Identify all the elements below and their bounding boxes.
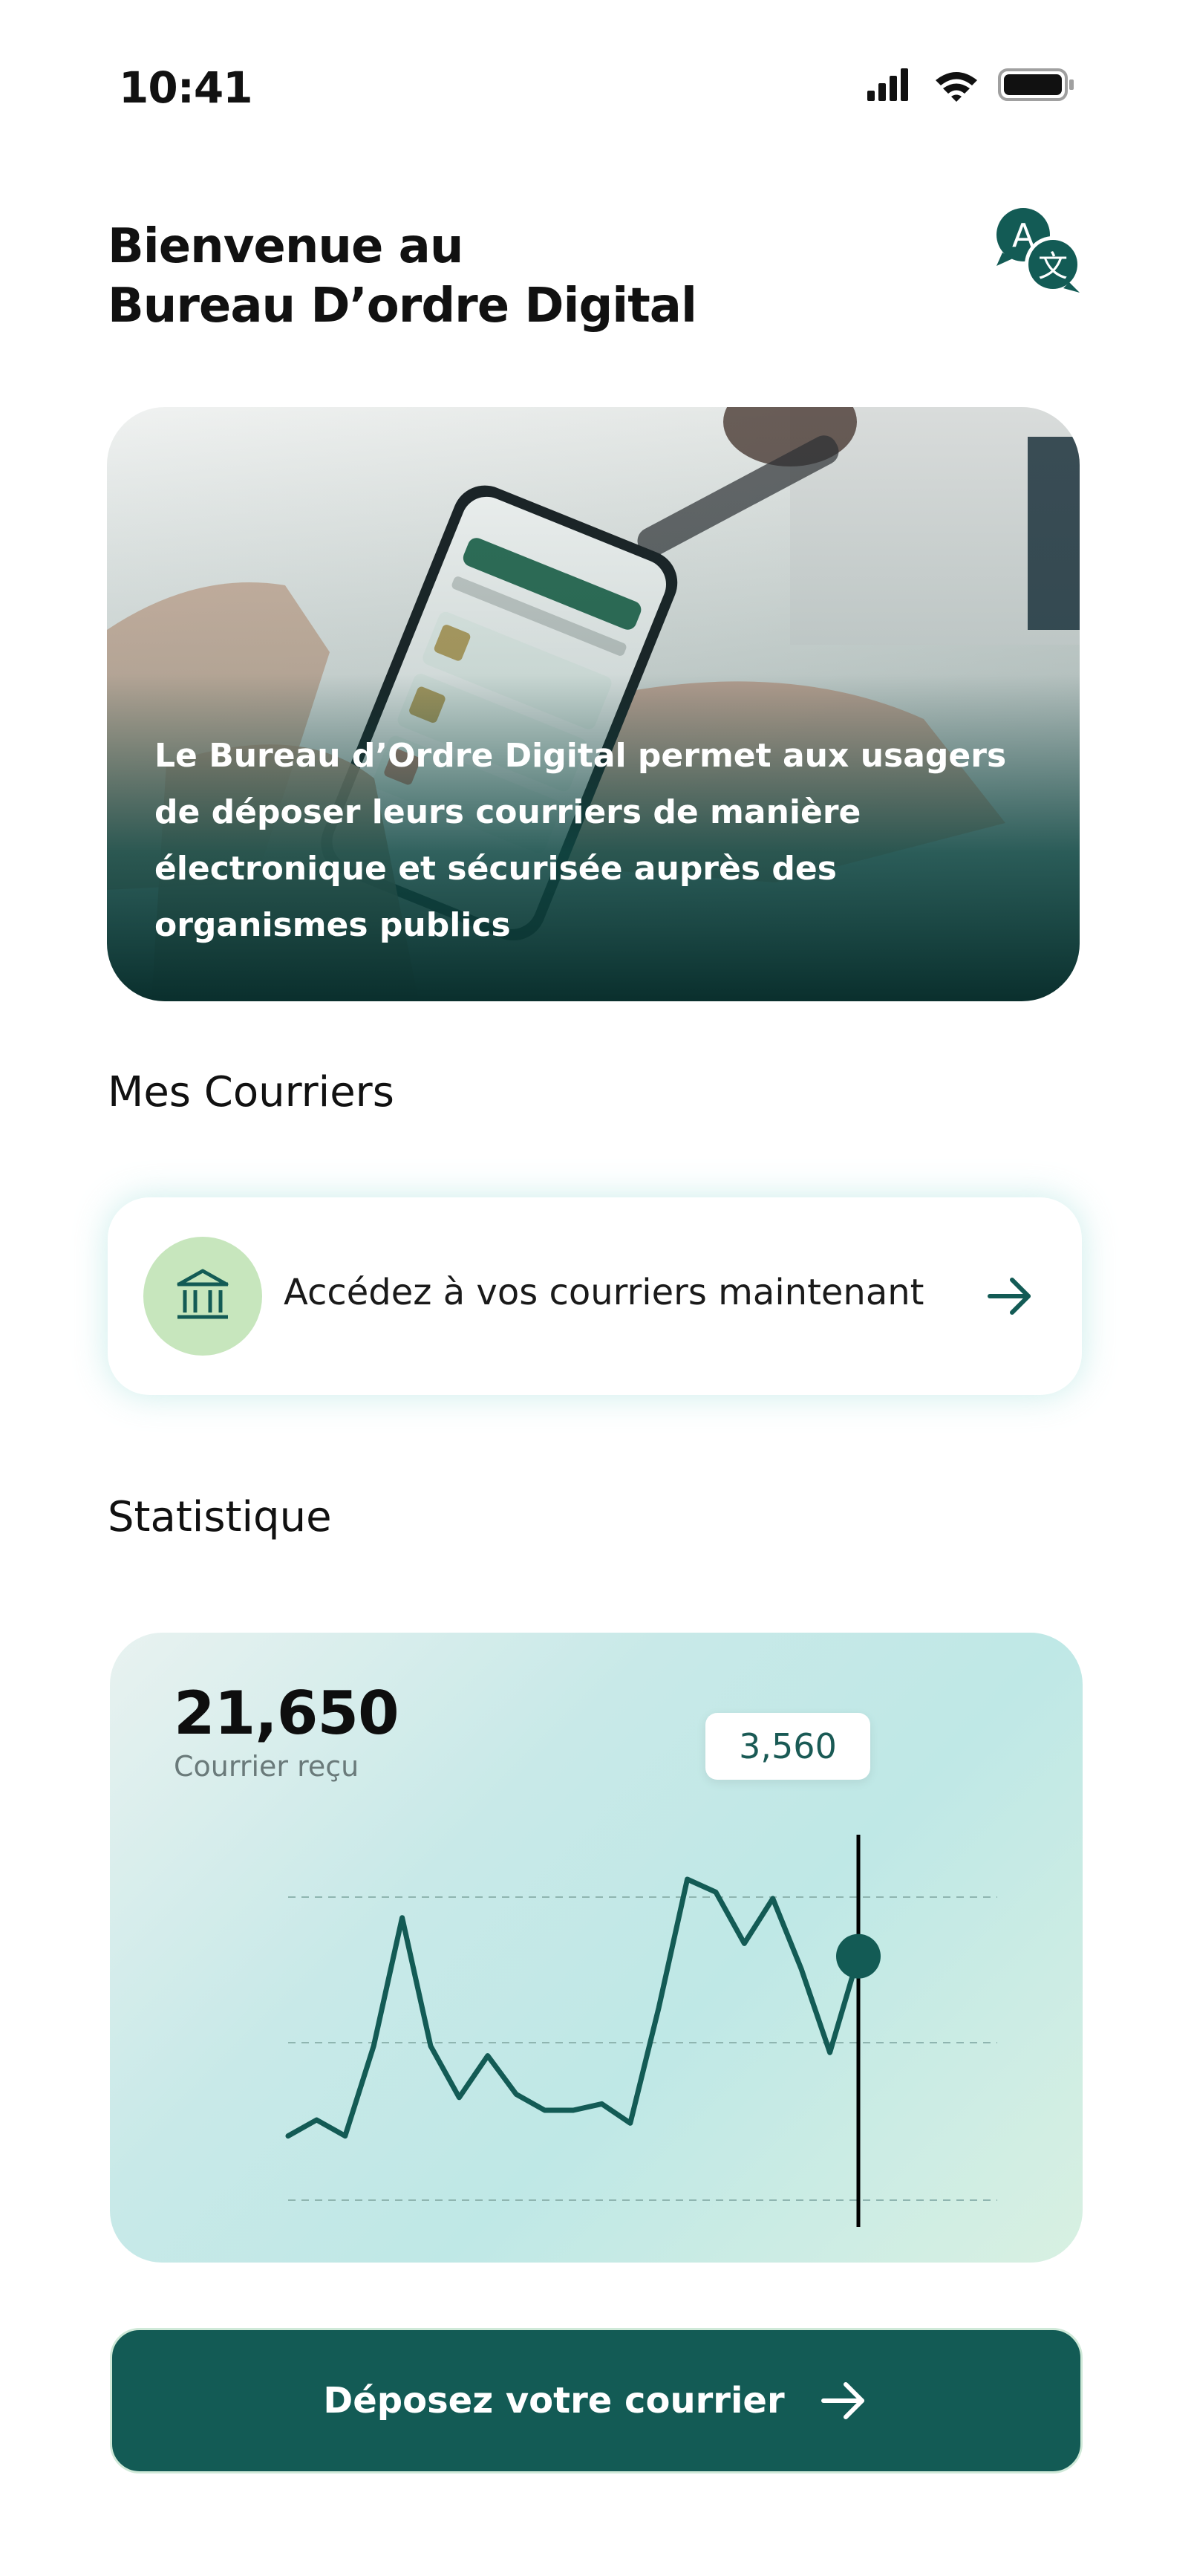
page-title: Bienvenue au Bureau D’ordre Digital (108, 217, 697, 336)
wifi-icon (936, 72, 977, 102)
title-line-1: Bienvenue au (108, 219, 463, 274)
chart-series-line (285, 1876, 861, 2139)
section-title-courriers: Mes Courriers (108, 1068, 394, 1116)
access-icon-badge (143, 1237, 262, 1356)
section-title-statistique: Statistique (108, 1493, 332, 1541)
arrow-right-icon (821, 2382, 864, 2419)
access-courriers-label: Accédez à vos courriers maintenant (284, 1272, 924, 1313)
access-courriers-card[interactable]: Accédez à vos courriers maintenant (108, 1197, 1082, 1395)
hero-banner: Le Bureau d’Ordre Digital permet aux usa… (107, 407, 1080, 1001)
arrow-right-icon[interactable] (984, 1270, 1036, 1322)
deposit-courrier-button[interactable]: Déposez votre courrier (110, 2328, 1083, 2473)
signal-icon (867, 68, 908, 101)
line-chart[interactable] (110, 1633, 1083, 2263)
chart-highlight-point[interactable] (836, 1933, 881, 1979)
translate-icon[interactable]: A 文 (992, 202, 1089, 299)
deposit-button-label: Déposez votre courrier (323, 2380, 785, 2421)
hero-description: Le Bureau d’Ordre Digital permet aux usa… (154, 737, 1007, 944)
svg-text:文: 文 (1038, 250, 1068, 284)
status-icons (867, 68, 1074, 102)
bank-icon (177, 1269, 229, 1319)
status-time: 10:41 (119, 62, 253, 113)
battery-icon (998, 68, 1074, 101)
title-line-2: Bureau D’ordre Digital (108, 279, 697, 334)
statistics-card: 21,650 Courrier reçu 3,560 (110, 1633, 1083, 2263)
